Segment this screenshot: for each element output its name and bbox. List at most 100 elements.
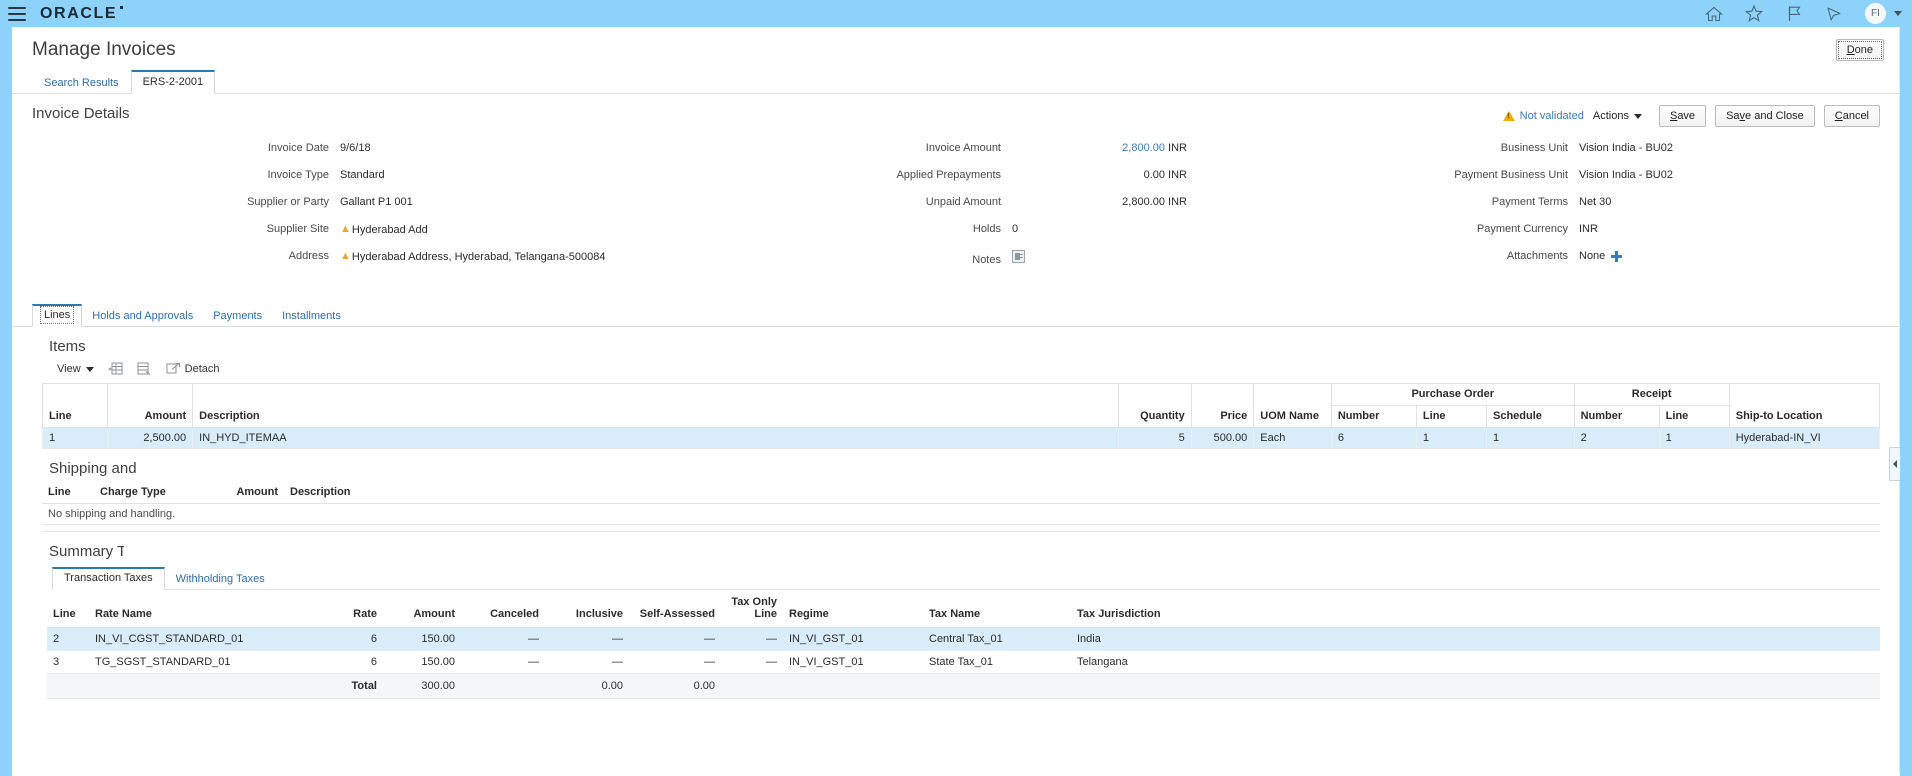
tab-holds-and-approvals[interactable]: Holds and Approvals (82, 307, 203, 327)
field-value: Vision India - BU02 (1579, 142, 1673, 154)
col-ship-to-location[interactable]: Ship-to Location (1728, 383, 1881, 428)
oracle-logo: ORACLE (40, 4, 124, 22)
tax-table-header: Line Rate Name Rate Amount Canceled Incl… (47, 590, 1880, 628)
shipping-table-wrap: Line Charge Type Amount Description No s… (12, 477, 1900, 532)
save-button[interactable]: Save (1658, 105, 1707, 127)
tab-label: Payments (213, 310, 263, 322)
col-tax-amount[interactable]: Amount (383, 590, 461, 628)
tab-payments[interactable]: Payments (203, 307, 272, 327)
table-row[interactable]: 1 2,500.00 IN_HYD_ITEMAA 5 500.00 Each 6… (41, 427, 1881, 449)
invoice-attributes: Invoice Date 9/6/18 Invoice Type Standar… (12, 128, 1900, 277)
totals-self-assessed: 0.00 (629, 673, 721, 699)
field-holds: Holds 0 (712, 223, 1272, 250)
chevron-down-icon (1633, 113, 1642, 119)
done-button[interactable]: Done (1835, 39, 1884, 61)
col-line[interactable]: Line (41, 383, 109, 428)
tax-table: Line Rate Name Rate Amount Canceled Incl… (47, 590, 1880, 699)
notes-icon[interactable] (1012, 250, 1025, 263)
table-row[interactable]: 2 IN_VI_CGST_STANDARD_01 6 150.00 — — — … (47, 627, 1880, 651)
field-label: Supplier or Party (247, 196, 329, 208)
col-regime[interactable]: Regime (783, 590, 923, 628)
favorites-star-icon[interactable] (1745, 5, 1763, 23)
cancel-button[interactable]: Cancel (1823, 105, 1880, 127)
col-po-line[interactable]: Line (1415, 405, 1487, 428)
items-table-header: Line Amount Description Quantity Price U… (41, 383, 1881, 428)
items-heading: Items (49, 338, 86, 355)
col-rate-name[interactable]: Rate Name (89, 590, 311, 628)
shipping-empty-message: No shipping and handling. (42, 503, 1880, 525)
tab-ers-2-2001[interactable]: ERS-2-2001 (130, 70, 216, 94)
col-ship-amount[interactable]: Amount (214, 483, 284, 504)
col-description[interactable]: Description (192, 383, 1120, 428)
field-notes: Notes (712, 250, 1272, 277)
col-quantity[interactable]: Quantity (1118, 383, 1192, 428)
user-menu-chevron-down-icon[interactable] (1894, 11, 1902, 16)
view-menu-button[interactable]: View (57, 363, 94, 375)
flag-icon[interactable] (1785, 5, 1803, 23)
col-price[interactable]: Price (1190, 383, 1255, 428)
field-label: Business Unit (1500, 142, 1568, 154)
col-canceled[interactable]: Canceled (461, 590, 545, 628)
tab-transaction-taxes[interactable]: Transaction Taxes (52, 567, 165, 590)
cell-po-schedule-link[interactable]: 1 (1485, 427, 1575, 449)
navigator-menu-icon[interactable] (8, 6, 26, 21)
actions-menu-button[interactable]: Actions (1593, 110, 1642, 122)
col-tax-only-line[interactable]: Tax Only Line (721, 590, 783, 628)
col-rate[interactable]: Rate (311, 590, 383, 628)
col-po-number[interactable]: Number (1330, 405, 1417, 428)
invoice-amount-link[interactable]: 2,800.00 (1122, 142, 1165, 154)
tab-lines[interactable]: Lines (32, 304, 83, 327)
field-value-wrap: ▲ Hyderabad Address, Hyderabad, Telangan… (340, 251, 605, 263)
field-applied-prepayments: Applied Prepayments 0.00 INR (712, 169, 1272, 196)
col-inclusive[interactable]: Inclusive (545, 590, 629, 628)
totals-label: Total (311, 673, 383, 699)
field-label: Address (288, 250, 329, 262)
table-row[interactable]: 3 TG_SGST_STANDARD_01 6 150.00 — — — — I… (47, 650, 1880, 674)
field-label: Holds (972, 223, 1001, 235)
cell-po-line-link[interactable]: 1 (1415, 427, 1487, 449)
col-ship-line[interactable]: Line (42, 483, 94, 504)
col-receipt-line[interactable]: Line (1658, 405, 1730, 428)
col-receipt-number[interactable]: Number (1573, 405, 1660, 428)
cell-tax-only-line: — (721, 650, 783, 674)
insert-row-icon[interactable] (108, 362, 123, 376)
save-and-close-button[interactable]: Save and Close (1715, 105, 1815, 127)
col-tax-line[interactable]: Line (47, 590, 89, 628)
cell-receipt-number-link[interactable]: 2 (1573, 427, 1660, 449)
add-plus-icon[interactable] (1611, 250, 1623, 262)
panel-collapse-handle[interactable] (1889, 447, 1900, 481)
delete-row-icon[interactable] (137, 362, 152, 376)
field-label: Invoice Type (267, 169, 329, 181)
page-shell: Manage Invoices Done Search Results ERS-… (0, 27, 1912, 776)
totals-amount: 300.00 (383, 673, 461, 699)
home-icon[interactable] (1705, 5, 1723, 23)
cell-receipt-line-link[interactable]: 1 (1658, 427, 1730, 449)
tab-search-results[interactable]: Search Results (32, 72, 131, 94)
col-po-schedule[interactable]: Schedule (1485, 405, 1575, 428)
actions-menu-label: Actions (1592, 110, 1629, 122)
field-label: Notes (972, 254, 1001, 266)
currency-code: INR (1168, 142, 1187, 154)
col-self-assessed[interactable]: Self-Assessed (629, 590, 721, 628)
col-charge-type[interactable]: Charge Type (94, 483, 214, 504)
user-avatar[interactable]: FI (1865, 3, 1886, 24)
col-tax-jurisdiction[interactable]: Tax Jurisdiction (1071, 590, 1880, 628)
cell-po-number-link[interactable]: 6 (1330, 427, 1417, 449)
field-value-wrap: None (1579, 250, 1623, 262)
tab-installments[interactable]: Installments (272, 307, 351, 327)
tab-withholding-taxes[interactable]: Withholding Taxes (165, 570, 276, 590)
currency-code: INR (1168, 196, 1187, 208)
validation-status-badge[interactable]: Not validated (1502, 110, 1584, 122)
totals-spacer-4 (721, 673, 783, 699)
notifications-bell-icon[interactable] (1825, 5, 1843, 23)
cell-rate: 6 (311, 627, 383, 651)
col-uom-name[interactable]: UOM Name (1253, 383, 1332, 428)
col-amount[interactable]: Amount (107, 383, 194, 428)
cell-tax-amount: 150.00 (383, 650, 461, 674)
cell-rate-name: TG_SGST_STANDARD_01 (89, 650, 311, 674)
col-tax-name[interactable]: Tax Name (923, 590, 1071, 628)
global-header-actions: FI (1705, 3, 1902, 24)
col-ship-description[interactable]: Description (284, 483, 1880, 504)
field-address: Address ▲ Hyderabad Address, Hyderabad, … (12, 250, 712, 277)
detach-button[interactable]: Detach (166, 362, 220, 376)
